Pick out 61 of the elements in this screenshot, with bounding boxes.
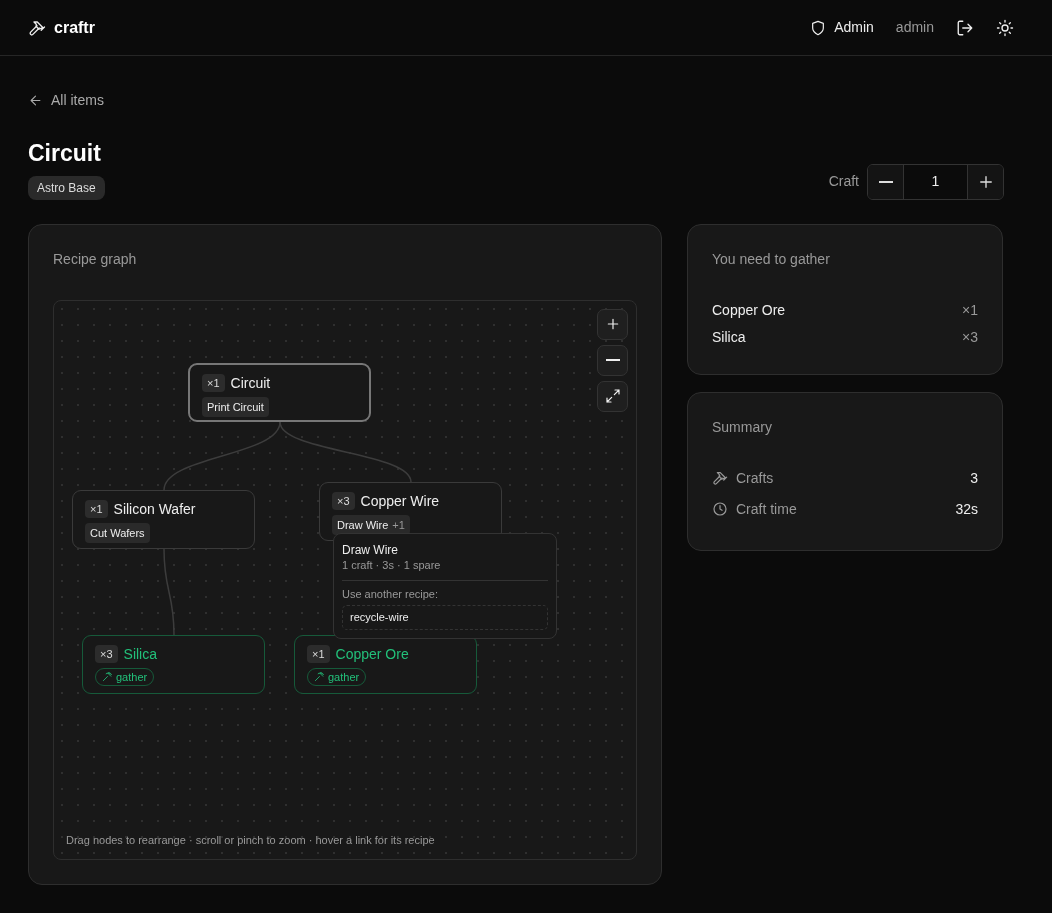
recipe-tag[interactable]: Draw Wire +1 [332,514,410,536]
node-name: Silicon Wafer [113,499,196,519]
arrow-left-icon [28,93,43,108]
node-name: Copper Wire [360,491,440,511]
quantity-badge: ×1 [202,373,225,393]
minus-icon [878,180,893,183]
quantity-badge: ×3 [95,644,118,664]
app-logo[interactable]: craftr [54,15,95,40]
decrement-button[interactable] [868,164,903,199]
hammer-icon [28,18,46,37]
tooltip-label: Use another recipe: [342,586,439,602]
minus-icon [605,359,620,362]
extra-count: +1 [392,518,405,531]
shield-icon [810,19,827,36]
back-link[interactable]: All items [28,90,104,111]
node-name: Circuit [230,373,271,393]
admin-link[interactable]: Admin [810,17,874,38]
node-name: Silica [123,644,157,664]
summary-label: Crafts [712,467,774,489]
logout-icon[interactable] [956,18,974,37]
edge-line[interactable] [279,420,412,483]
item-name: Copper Ore [712,300,786,320]
recipe-tag[interactable]: Cut Wafers [85,522,150,544]
craft-label: Craft [828,172,859,192]
summary-value: 32s [955,499,978,519]
tooltip-detail: 1 craft · 3s · 1 spare [342,557,442,573]
summary-label: Craft time [712,498,797,520]
expand-icon [604,388,621,405]
pickaxe-icon [314,671,325,683]
sun-icon[interactable] [996,18,1014,37]
hammer-icon [712,470,728,487]
pickaxe-icon [102,671,113,683]
quantity-badge: ×1 [85,499,108,519]
item-name: Silica [712,327,746,347]
panel-title: Summary [712,417,773,437]
recipe-node[interactable]: ×3 Silica gather [82,634,265,694]
node-name: Copper Ore [335,644,409,664]
quantity-stepper[interactable]: 1 [867,163,1004,200]
recipe-node[interactable]: ×1 Circuit Print Circuit [188,362,371,422]
zoom-out-button[interactable] [597,344,628,376]
panel-title: You need to gather [712,249,831,269]
fit-view-button[interactable] [597,380,628,412]
item-title: Circuit [28,140,102,168]
item-quantity: ×3 [962,327,978,347]
quantity-badge: ×3 [332,491,355,511]
increment-button[interactable] [968,164,1003,199]
recipe-tag[interactable]: Print Circuit [202,396,269,418]
summary-value: 3 [970,468,978,488]
panel-title: Recipe graph [53,249,138,269]
recipe-node[interactable]: ×1 Silicon Wafer Cut Wafers [72,489,255,549]
recipe-node[interactable]: ×1 Copper Ore gather [294,634,477,694]
quantity-field[interactable]: 1 [903,164,968,199]
quantity-badge: ×1 [307,644,330,664]
clock-icon [712,501,728,518]
item-quantity: ×1 [962,300,978,320]
zoom-in-button[interactable] [597,308,628,340]
item-tag: Astro Base [28,175,105,200]
tooltip-title: Draw Wire [342,541,399,558]
graph-hint: Drag nodes to rearrange · scroll or pinch to zoom · hover a link for its recipe [66,833,435,849]
username: admin [895,18,934,37]
alternative-recipe[interactable]: recycle-wire [342,605,548,631]
